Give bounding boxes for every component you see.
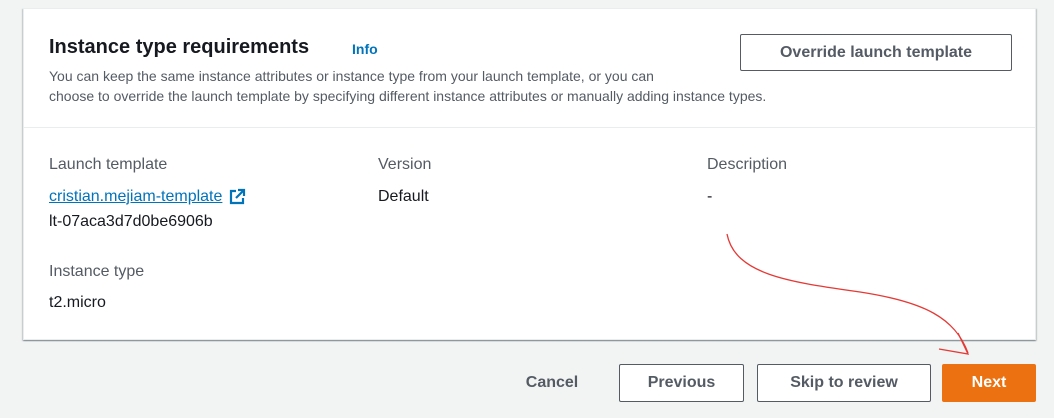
panel-header: Instance type requirements Info You can …: [24, 9, 1035, 128]
wizard-page: Instance type requirements Info You can …: [0, 0, 1054, 418]
skip-to-review-button[interactable]: Skip to review: [757, 364, 931, 402]
instance-type-label: Instance type: [49, 263, 145, 280]
instance-type-requirements-panel: Instance type requirements Info You can …: [23, 8, 1036, 340]
info-link[interactable]: Info: [352, 41, 378, 57]
version-value: Default: [378, 188, 429, 205]
description-label: Description: [707, 156, 788, 173]
external-link-icon: [230, 188, 246, 205]
panel-description-line-2: choose to override the launch template b…: [49, 88, 767, 104]
launch-template-label: Launch template: [49, 156, 168, 173]
panel-title: Instance type requirements: [49, 36, 310, 58]
override-launch-template-button[interactable]: Override launch template: [740, 34, 1012, 71]
cancel-button[interactable]: Cancel: [506, 364, 598, 402]
launch-template-id: lt-07aca3d7d0be6906b: [49, 213, 213, 230]
launch-template-link[interactable]: cristian.mejiam-template: [49, 187, 246, 207]
version-label: Version: [378, 156, 432, 173]
panel-description: You can keep the same instance attribute…: [49, 66, 869, 106]
instance-type-value: t2.micro: [49, 294, 106, 311]
next-button[interactable]: Next: [942, 364, 1036, 402]
description-value: -: [707, 188, 713, 205]
previous-button[interactable]: Previous: [619, 364, 744, 402]
launch-template-name[interactable]: cristian.mejiam-template: [49, 187, 222, 207]
